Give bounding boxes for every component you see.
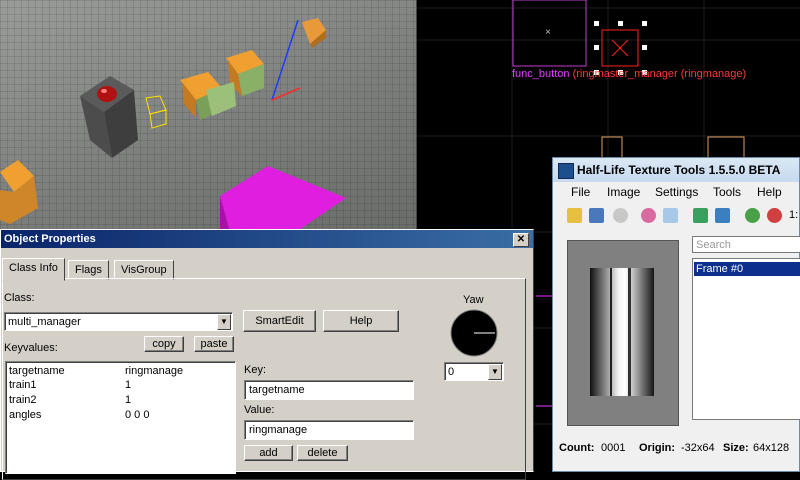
frame-list[interactable]: Frame #0 [692, 258, 800, 420]
entity-name-text: (ringmaster_manager (ringmanage) [572, 68, 747, 80]
texture-preview[interactable] [567, 240, 679, 426]
copy-button[interactable]: copy [144, 336, 184, 352]
search-input[interactable]: Search [692, 236, 800, 253]
keyvalue-key: train2 [9, 394, 37, 406]
z-axis [271, 19, 299, 101]
list-item[interactable]: Frame #0 [694, 262, 800, 276]
3d-viewport[interactable] [0, 0, 416, 232]
texture-image [590, 268, 654, 396]
zoom-out-icon[interactable] [767, 208, 782, 223]
flip-left-icon[interactable] [693, 208, 708, 223]
size-label: Size: [723, 442, 749, 454]
dialog-title: Object Properties [4, 233, 96, 245]
smartedit-button[interactable]: SmartEdit [243, 310, 316, 332]
x-axis [271, 87, 301, 101]
tab-label: VisGroup [121, 264, 167, 276]
paste-button[interactable]: paste [194, 336, 234, 352]
size-value: 64x128 [753, 442, 790, 454]
tab-label: Class Info [9, 262, 58, 274]
open-icon[interactable] [567, 208, 582, 223]
keyvalue-key: angles [9, 409, 42, 421]
keyvalue-value: 0 0 0 [125, 409, 150, 421]
tab-flags[interactable]: Flags [68, 260, 109, 280]
menu-image[interactable]: Image [607, 185, 640, 199]
entity-label: func_button (ringmaster_manager (ringman… [512, 68, 746, 80]
window-title: Half-Life Texture Tools 1.5.5.0 BETA [577, 163, 781, 177]
flip-right-icon[interactable] [715, 208, 730, 223]
menu-file[interactable]: File [571, 185, 590, 199]
entity-class-text: func_button [512, 68, 570, 80]
app-icon [558, 163, 574, 179]
class-label: Class: [4, 292, 35, 304]
count-value: 0001 [601, 442, 626, 454]
key-label: Key: [244, 364, 267, 376]
menu-tools[interactable]: Tools [713, 185, 741, 199]
save-icon[interactable] [589, 208, 604, 223]
magenta-brush[interactable] [220, 166, 346, 232]
palette-icon[interactable] [641, 208, 656, 223]
keyvalue-key: train1 [9, 379, 37, 391]
add-button[interactable]: add [244, 445, 293, 461]
keyvalue-value: 1 [125, 379, 132, 391]
help-button[interactable]: Help [323, 310, 399, 332]
delete-button[interactable]: delete [297, 445, 348, 461]
keyvalue-value: 1 [125, 394, 132, 406]
class-select-value: multi_manager [8, 316, 81, 328]
button-red-light-icon [97, 86, 117, 102]
tab-visgroup[interactable]: VisGroup [114, 260, 174, 280]
texture-tools-window: Half-Life Texture Tools 1.5.5.0 BETA Fil… [552, 157, 800, 472]
value-label: Value: [244, 404, 275, 416]
yaw-label: Yaw [463, 294, 484, 306]
count-label: Count: [559, 442, 595, 454]
class-select[interactable]: multi_manager ▼ [4, 312, 233, 331]
button-highlight [101, 89, 107, 93]
status-bar: Count: 0001 Origin: -32x64 Size: 64x128 [553, 436, 799, 472]
chevron-down-icon[interactable]: ▼ [488, 364, 502, 380]
keyvalues-list[interactable]: targetname ringmanage train1 1 train2 1 … [5, 361, 236, 474]
origin-label: Origin: [639, 442, 676, 454]
zoom-level: 1: [789, 209, 799, 221]
chevron-down-icon[interactable]: ▼ [217, 314, 231, 330]
entity-helper-box[interactable] [145, 95, 167, 115]
value-field[interactable]: ringmanage [244, 420, 414, 440]
copy-icon[interactable] [663, 208, 678, 223]
tab-class-info[interactable]: Class Info [2, 258, 65, 281]
toolbar: 1: [553, 205, 799, 227]
yaw-select[interactable]: 0 ▼ [444, 362, 504, 381]
dialog-titlebar[interactable]: Object Properties ✕ [1, 230, 533, 248]
keyvalue-key: targetname [9, 365, 65, 377]
texture-tools-titlebar[interactable]: Half-Life Texture Tools 1.5.5.0 BETA [553, 158, 799, 182]
play-icon[interactable] [613, 208, 628, 223]
origin-value: -32x64 [681, 442, 715, 454]
entity-helper-box-side [149, 109, 167, 129]
menu-help[interactable]: Help [757, 185, 782, 199]
keyvalue-value: ringmanage [125, 365, 184, 377]
yaw-select-value: 0 [448, 366, 455, 378]
keyvalues-label: Keyvalues: [4, 342, 58, 354]
key-field[interactable]: targetname [244, 380, 414, 400]
tab-label: Flags [75, 264, 102, 276]
3d-scene [0, 18, 346, 232]
zoom-in-icon[interactable] [745, 208, 760, 223]
entity-origin-marker: × [545, 27, 551, 38]
close-button[interactable]: ✕ [513, 233, 529, 247]
yaw-dial[interactable] [449, 308, 499, 358]
menu-settings[interactable]: Settings [655, 185, 698, 199]
